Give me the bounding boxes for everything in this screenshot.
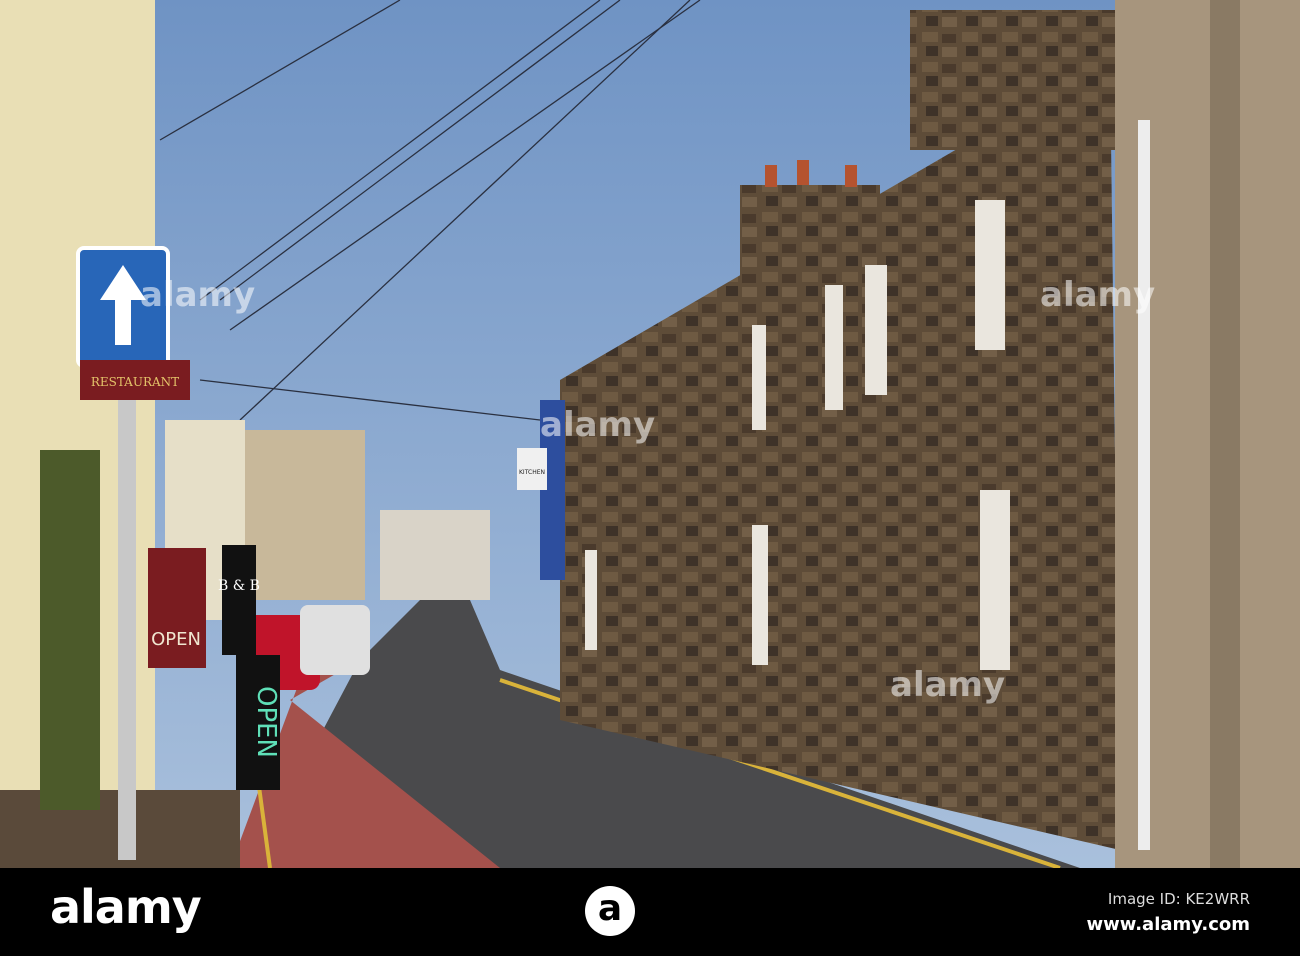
restaurant-sign-text: RESTAURANT (91, 375, 179, 389)
distant-house (380, 510, 490, 600)
chimney-pot (845, 165, 857, 187)
open-sign-text: OPEN (151, 629, 201, 650)
bnb-board (222, 545, 256, 655)
white-van (300, 605, 370, 675)
image-id: Image ID: KE2WRR (1107, 890, 1250, 908)
street-photo: RESTAURANT OPEN B & B OPEN KITCHEN (0, 0, 1300, 868)
open-board-text: OPEN (251, 686, 281, 758)
site-url[interactable]: www.alamy.com (1086, 914, 1250, 935)
sign-pole (118, 360, 136, 860)
alamy-logo-mark-icon: a (585, 886, 635, 936)
telegraph-pole (1210, 0, 1240, 868)
chimney-pot (765, 165, 777, 187)
chimney (740, 185, 880, 280)
bnb-text: B & B (218, 578, 260, 594)
chimney (910, 10, 1140, 150)
alamy-logo: alamy (50, 880, 202, 934)
footer-bar: alamy a Image ID: KE2WRR www.alamy.com (0, 868, 1300, 956)
chimney-pot (797, 160, 809, 185)
drainpipe (1138, 120, 1150, 850)
hedge (40, 450, 100, 810)
kitchen-sign-text: KITCHEN (519, 469, 545, 476)
open-sign (148, 548, 206, 668)
